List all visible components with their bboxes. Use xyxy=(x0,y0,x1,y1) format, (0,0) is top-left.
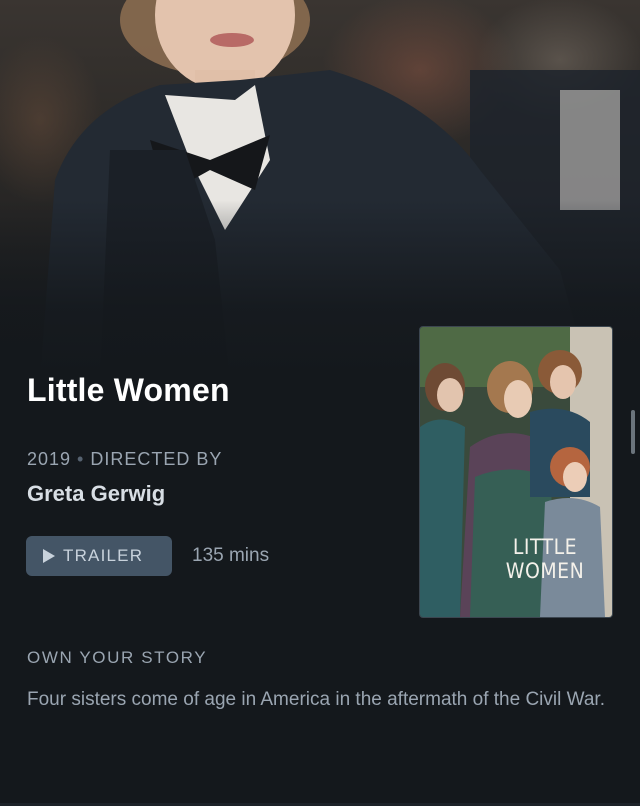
tagline: OWN YOUR STORY xyxy=(27,648,208,667)
synopsis: Four sisters come of age in America in t… xyxy=(27,689,605,710)
poster-image[interactable]: LITTLE WOMEN xyxy=(419,326,613,618)
backdrop-image xyxy=(0,0,640,380)
poster-title: LITTLE WOMEN xyxy=(420,535,612,583)
poster-title-line-2: WOMEN xyxy=(505,559,585,583)
directed-by-label: DIRECTED BY xyxy=(90,449,223,469)
film-title: Little Women xyxy=(27,372,230,408)
poster-title-line-1: LITTLE xyxy=(512,535,578,559)
play-icon xyxy=(43,549,55,563)
film-meta: 2019 • DIRECTED BY xyxy=(27,449,222,470)
runtime: 135 mins xyxy=(192,545,270,566)
trailer-button[interactable]: TRAILER xyxy=(26,536,172,576)
scrollbar[interactable] xyxy=(631,410,635,454)
director-link[interactable]: Greta Gerwig xyxy=(27,481,165,507)
release-year: 2019 xyxy=(27,449,72,469)
trailer-label: TRAILER xyxy=(63,546,144,565)
meta-separator: • xyxy=(77,449,85,469)
